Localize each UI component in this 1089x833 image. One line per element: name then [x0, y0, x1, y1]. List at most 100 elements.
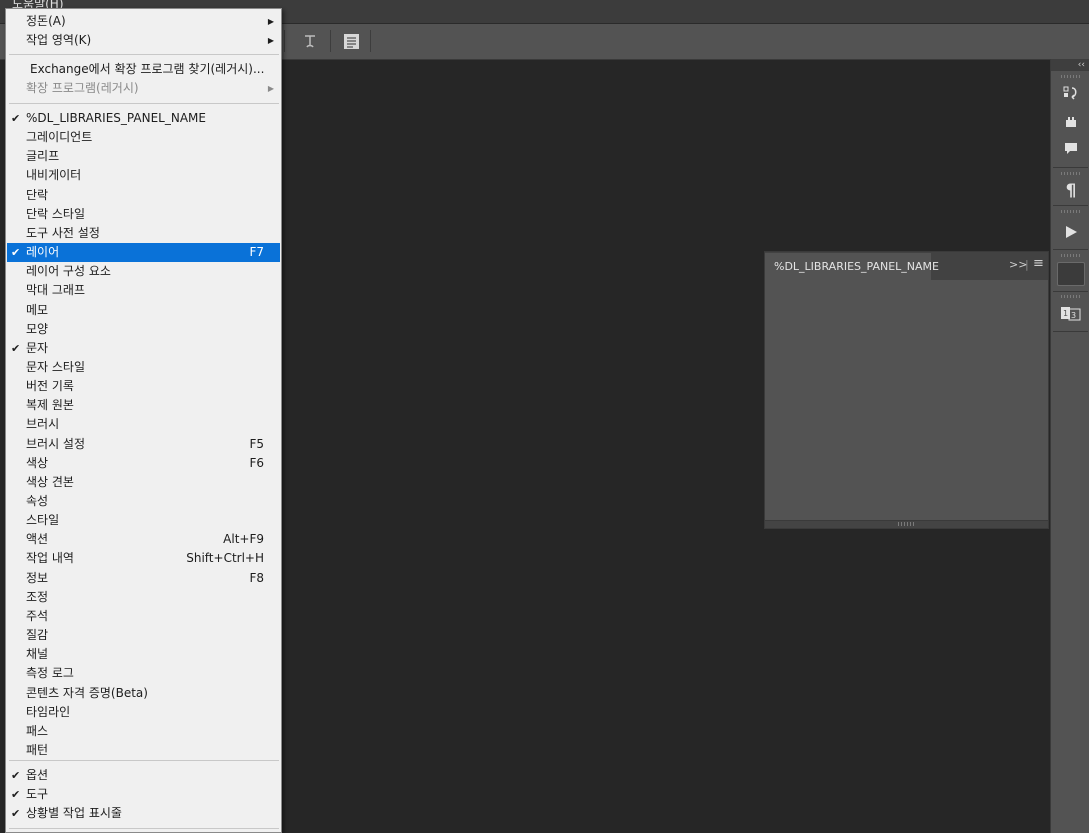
dock-grip[interactable]	[1061, 75, 1081, 78]
dock-divider	[1053, 205, 1088, 206]
menu-item[interactable]: 색상 F6	[7, 454, 280, 473]
menu-item[interactable]: 브러시	[7, 415, 280, 434]
menu-item[interactable]: 버전 기록	[7, 377, 280, 396]
menu-item-arrange[interactable]: 정돈(A) ▶	[7, 12, 280, 31]
menu-item[interactable]: 모양	[7, 320, 280, 339]
paragraph-icon[interactable]: ¶	[1060, 181, 1082, 201]
brush-stamp-icon[interactable]	[1060, 112, 1082, 132]
menu-item-label: 메모	[26, 302, 49, 317]
menu-item-label: 패스	[26, 723, 49, 738]
3d-layers-icon[interactable]: 31	[1060, 303, 1082, 323]
text-warp-icon[interactable]	[300, 31, 320, 51]
menu-item[interactable]: 콘텐츠 자격 증명(Beta)	[7, 684, 280, 703]
menu-item[interactable]: ✔ 상황별 작업 표시줄	[7, 804, 280, 823]
panel-divider: |	[1025, 258, 1029, 271]
menu-item[interactable]: ✔ 도구	[7, 785, 280, 804]
menu-item-label: 레이어	[26, 245, 60, 260]
menu-item[interactable]: 복제 원본	[7, 396, 280, 415]
menu-item[interactable]: 측정 로그	[7, 664, 280, 683]
dock-grip[interactable]	[1061, 295, 1081, 298]
check-icon: ✔	[11, 341, 21, 355]
history-icon[interactable]	[1060, 84, 1082, 104]
menu-item[interactable]: 단락	[7, 186, 280, 205]
menu-item[interactable]: 조정	[7, 588, 280, 607]
menu-item-label: %DL_LIBRARIES_PANEL_NAME	[26, 111, 206, 125]
menu-item-label: 내비게이터	[26, 168, 82, 183]
menu-item[interactable]: 질감	[7, 626, 280, 645]
menu-item-label: 도구 사전 설정	[26, 225, 100, 240]
menu-item-label: 상황별 작업 표시줄	[26, 806, 122, 820]
menu-item[interactable]: 단락 스타일	[7, 205, 280, 224]
menu-item-label: Exchange에서 확장 프로그램 찾기(레거시)...	[30, 62, 265, 76]
check-icon: ✔	[11, 112, 21, 125]
menu-item-label: 액션	[26, 532, 49, 547]
menu-item[interactable]: ✔ %DL_LIBRARIES_PANEL_NAME	[7, 109, 280, 128]
menu-item-label: 패턴	[26, 742, 49, 757]
dock-grip[interactable]	[1061, 210, 1081, 213]
check-icon: ✔	[11, 246, 21, 260]
menu-item[interactable]: 패턴	[7, 741, 280, 760]
menu-item[interactable]: 스타일	[7, 511, 280, 530]
collapse-dock-icon[interactable]: ‹‹	[1051, 59, 1089, 71]
menu-item[interactable]: 도구 사전 설정	[7, 224, 280, 243]
options-separator	[330, 30, 331, 52]
comment-icon[interactable]	[1060, 139, 1082, 159]
menu-item-label: 질감	[26, 628, 49, 643]
menu-item[interactable]: 그레이디언트	[7, 128, 280, 147]
menu-item-label: 주석	[26, 608, 49, 623]
menu-item[interactable]: 글리프	[7, 147, 280, 166]
menu-item-label: 도구	[26, 787, 49, 801]
submenu-arrow-icon: ▶	[267, 84, 274, 93]
menu-item[interactable]: 액션 Alt+F9	[7, 530, 280, 549]
menu-item[interactable]: 채널	[7, 645, 280, 664]
menu-separator	[9, 760, 279, 761]
options-separator	[284, 30, 285, 52]
menu-item-shortcut: F5	[249, 436, 264, 451]
menu-item[interactable]: 메모	[7, 301, 280, 320]
menu-item-exchange-extensions[interactable]: Exchange에서 확장 프로그램 찾기(레거시)...	[7, 60, 280, 79]
menu-item[interactable]: 작업 내역 Shift+Ctrl+H	[7, 549, 280, 568]
menu-item[interactable]: 정보 F8	[7, 569, 280, 588]
menu-item-shortcut: Shift+Ctrl+H	[186, 551, 264, 566]
menu-item-label: 버전 기록	[26, 379, 74, 394]
menu-item[interactable]: 브러시 설정 F5	[7, 435, 280, 454]
menu-item-workspace[interactable]: 작업 영역(K) ▶	[7, 31, 280, 50]
panel-resize-bar[interactable]	[765, 520, 1048, 528]
dock-divider	[1053, 249, 1088, 250]
menu-item[interactable]: 문자 스타일	[7, 358, 280, 377]
check-icon: ✔	[11, 788, 21, 801]
menu-item[interactable]: ✔ 문자	[7, 339, 280, 358]
menu-item-shortcut: F6	[249, 455, 264, 470]
menu-item[interactable]: 레이어 구성 요소	[7, 262, 280, 281]
submenu-arrow-icon: ▶	[267, 17, 274, 26]
play-icon[interactable]	[1060, 222, 1082, 242]
menu-item-label: 색상 견본	[26, 474, 74, 489]
menu-item[interactable]: 패스	[7, 722, 280, 741]
menu-item-label: 정돈(A)	[26, 14, 66, 28]
menu-item-label: 측정 로그	[26, 666, 74, 681]
menu-item[interactable]: ✔ 레이어 F7	[7, 243, 280, 263]
panel-menu-icon[interactable]: ≡	[1033, 256, 1044, 271]
dock-grip[interactable]	[1061, 254, 1081, 257]
menu-item-shortcut: F8	[249, 570, 264, 585]
menu-item[interactable]: 주석	[7, 607, 280, 626]
menu-item-label: 채널	[26, 647, 49, 662]
menu-item-label: 스타일	[26, 513, 60, 528]
menu-item-label: 속성	[26, 494, 49, 508]
swatch-icon[interactable]	[1057, 262, 1085, 286]
menu-item[interactable]: 색상 견본	[7, 473, 280, 492]
menu-item[interactable]: 타임라인	[7, 703, 280, 722]
menu-item-extensions-legacy: 확장 프로그램(레거시) ▶	[7, 79, 280, 98]
tab-libraries[interactable]: %DL_LIBRARIES_PANEL_NAME	[765, 253, 939, 280]
menu-item-shortcut: Alt+F9	[223, 532, 264, 547]
character-panel-icon[interactable]	[341, 31, 361, 51]
menu-item[interactable]: 속성	[7, 492, 280, 511]
menu-item[interactable]: 막대 그래프	[7, 281, 280, 300]
menu-item-label: 브러시 설정	[26, 436, 86, 451]
resize-grip-icon[interactable]	[898, 522, 916, 526]
menu-item[interactable]: ✔ 옵션	[7, 766, 280, 785]
right-panel-dock: ‹‹ ¶ 31	[1050, 59, 1089, 833]
options-separator	[370, 30, 371, 52]
menu-item[interactable]: 내비게이터	[7, 166, 280, 185]
dock-grip[interactable]	[1061, 172, 1081, 175]
